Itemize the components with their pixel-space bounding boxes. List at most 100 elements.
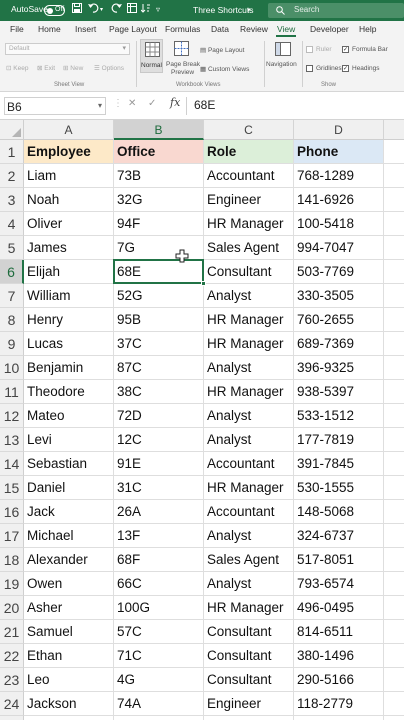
table-cell[interactable]: 148-5068 bbox=[294, 500, 384, 524]
table-cell[interactable]: HR Manager bbox=[204, 596, 294, 620]
table-cell[interactable]: 533-1512 bbox=[294, 404, 384, 428]
table-cell[interactable]: 118-2779 bbox=[294, 692, 384, 716]
table-cell[interactable]: 391-7845 bbox=[294, 452, 384, 476]
empty-cell[interactable] bbox=[384, 476, 404, 500]
table-cell[interactable]: 7G bbox=[114, 236, 204, 260]
empty-cell[interactable] bbox=[384, 140, 404, 164]
enter-icon[interactable]: ✓ bbox=[148, 98, 156, 109]
keep-button[interactable]: ⊡ Keep bbox=[6, 64, 28, 72]
row-header[interactable]: 18 bbox=[0, 548, 24, 572]
empty-cell[interactable] bbox=[384, 500, 404, 524]
table-cell[interactable]: 32G bbox=[114, 188, 204, 212]
table-cell[interactable]: Liam bbox=[24, 164, 114, 188]
header-cell[interactable]: Office bbox=[114, 140, 204, 164]
table-cell[interactable]: Noah bbox=[24, 188, 114, 212]
table-cell[interactable]: Levi bbox=[24, 428, 114, 452]
table-cell[interactable]: Sales Agent bbox=[204, 548, 294, 572]
header-cell[interactable]: Employee bbox=[24, 140, 114, 164]
empty-cell[interactable] bbox=[384, 404, 404, 428]
table-cell[interactable]: Ethan bbox=[24, 644, 114, 668]
tab-data[interactable]: Data bbox=[211, 24, 229, 34]
autosave-toggle[interactable]: Off bbox=[44, 5, 65, 16]
table-cell[interactable]: 760-2655 bbox=[294, 308, 384, 332]
row-header[interactable]: 7 bbox=[0, 284, 24, 308]
table-cell[interactable]: 38C bbox=[114, 380, 204, 404]
empty-cell[interactable] bbox=[384, 164, 404, 188]
freeze-panes-icon[interactable] bbox=[127, 3, 137, 16]
table-cell[interactable]: Oliver bbox=[24, 212, 114, 236]
table-cell[interactable]: Consultant bbox=[204, 644, 294, 668]
table-cell[interactable]: Sebastian bbox=[24, 452, 114, 476]
table-cell[interactable]: 814-6511 bbox=[294, 620, 384, 644]
select-all-button[interactable] bbox=[0, 120, 24, 140]
table-cell[interactable]: Accountant bbox=[204, 500, 294, 524]
sheet-view-dropdown[interactable]: Default ▾ bbox=[5, 43, 130, 55]
column-header-c[interactable]: C bbox=[204, 120, 294, 140]
headings-checkbox[interactable]: ✓ bbox=[342, 65, 349, 72]
search-box[interactable]: Search bbox=[268, 3, 404, 18]
row-header[interactable]: 17 bbox=[0, 524, 24, 548]
tab-help[interactable]: Help bbox=[359, 24, 376, 34]
table-cell[interactable]: Analyst bbox=[204, 428, 294, 452]
new-button[interactable]: ⊞ New bbox=[63, 64, 83, 72]
row-header[interactable]: 6 bbox=[0, 260, 24, 284]
column-header-a[interactable]: A bbox=[24, 120, 114, 140]
row-header[interactable]: 21 bbox=[0, 620, 24, 644]
table-cell[interactable]: 87C bbox=[114, 356, 204, 380]
table-cell[interactable]: 52G bbox=[114, 284, 204, 308]
empty-cell[interactable] bbox=[384, 668, 404, 692]
row-header[interactable]: 24 bbox=[0, 692, 24, 716]
row-header[interactable]: 5 bbox=[0, 236, 24, 260]
table-cell[interactable]: 496-0495 bbox=[294, 596, 384, 620]
custom-views-button[interactable]: ▦ Custom Views bbox=[200, 65, 249, 73]
row-header[interactable]: 1 bbox=[0, 140, 24, 164]
row-header[interactable]: 20 bbox=[0, 596, 24, 620]
table-cell[interactable]: 57C bbox=[114, 620, 204, 644]
empty-cell[interactable] bbox=[384, 356, 404, 380]
tab-page-layout[interactable]: Page Layout bbox=[109, 24, 157, 34]
empty-cell[interactable] bbox=[24, 716, 114, 720]
table-cell[interactable]: Lucas bbox=[24, 332, 114, 356]
table-cell[interactable]: 74A bbox=[114, 692, 204, 716]
empty-cell[interactable] bbox=[384, 284, 404, 308]
table-cell[interactable]: 938-5397 bbox=[294, 380, 384, 404]
table-cell[interactable]: Engineer bbox=[204, 692, 294, 716]
empty-cell[interactable] bbox=[384, 524, 404, 548]
table-cell[interactable]: 517-8051 bbox=[294, 548, 384, 572]
row-header[interactable]: 10 bbox=[0, 356, 24, 380]
table-cell[interactable]: Engineer bbox=[204, 188, 294, 212]
ruler-checkbox[interactable] bbox=[306, 46, 313, 53]
customize-toolbar-icon[interactable]: ▿ bbox=[156, 5, 160, 14]
page-layout-button[interactable]: ▤ Page Layout bbox=[200, 46, 244, 54]
table-cell[interactable]: Analyst bbox=[204, 404, 294, 428]
table-cell[interactable]: HR Manager bbox=[204, 332, 294, 356]
normal-view-button[interactable]: Normal bbox=[140, 39, 163, 73]
table-cell[interactable]: Analyst bbox=[204, 284, 294, 308]
empty-cell[interactable] bbox=[384, 428, 404, 452]
tab-review[interactable]: Review bbox=[240, 24, 268, 34]
navigation-button[interactable]: Navigation bbox=[266, 39, 300, 79]
tab-view[interactable]: View bbox=[277, 24, 295, 34]
tab-insert[interactable]: Insert bbox=[75, 24, 96, 34]
table-cell[interactable]: 100G bbox=[114, 596, 204, 620]
tab-formulas[interactable]: Formulas bbox=[165, 24, 200, 34]
table-cell[interactable]: Alexander bbox=[24, 548, 114, 572]
table-cell[interactable]: HR Manager bbox=[204, 212, 294, 236]
table-cell[interactable]: Theodore bbox=[24, 380, 114, 404]
row-header[interactable]: 14 bbox=[0, 452, 24, 476]
table-cell[interactable]: 12C bbox=[114, 428, 204, 452]
empty-cell[interactable] bbox=[384, 692, 404, 716]
row-header[interactable]: 23 bbox=[0, 668, 24, 692]
header-cell[interactable]: Phone bbox=[294, 140, 384, 164]
table-cell[interactable]: Sales Agent bbox=[204, 236, 294, 260]
tab-file[interactable]: File bbox=[10, 24, 24, 34]
table-cell[interactable]: Analyst bbox=[204, 356, 294, 380]
table-cell[interactable]: 68F bbox=[114, 548, 204, 572]
empty-cell[interactable] bbox=[384, 620, 404, 644]
table-cell[interactable]: HR Manager bbox=[204, 380, 294, 404]
empty-cell[interactable] bbox=[384, 452, 404, 476]
table-cell[interactable]: Michael bbox=[24, 524, 114, 548]
column-header-b[interactable]: B bbox=[114, 120, 204, 140]
table-cell[interactable]: 71C bbox=[114, 644, 204, 668]
row-header[interactable]: 16 bbox=[0, 500, 24, 524]
